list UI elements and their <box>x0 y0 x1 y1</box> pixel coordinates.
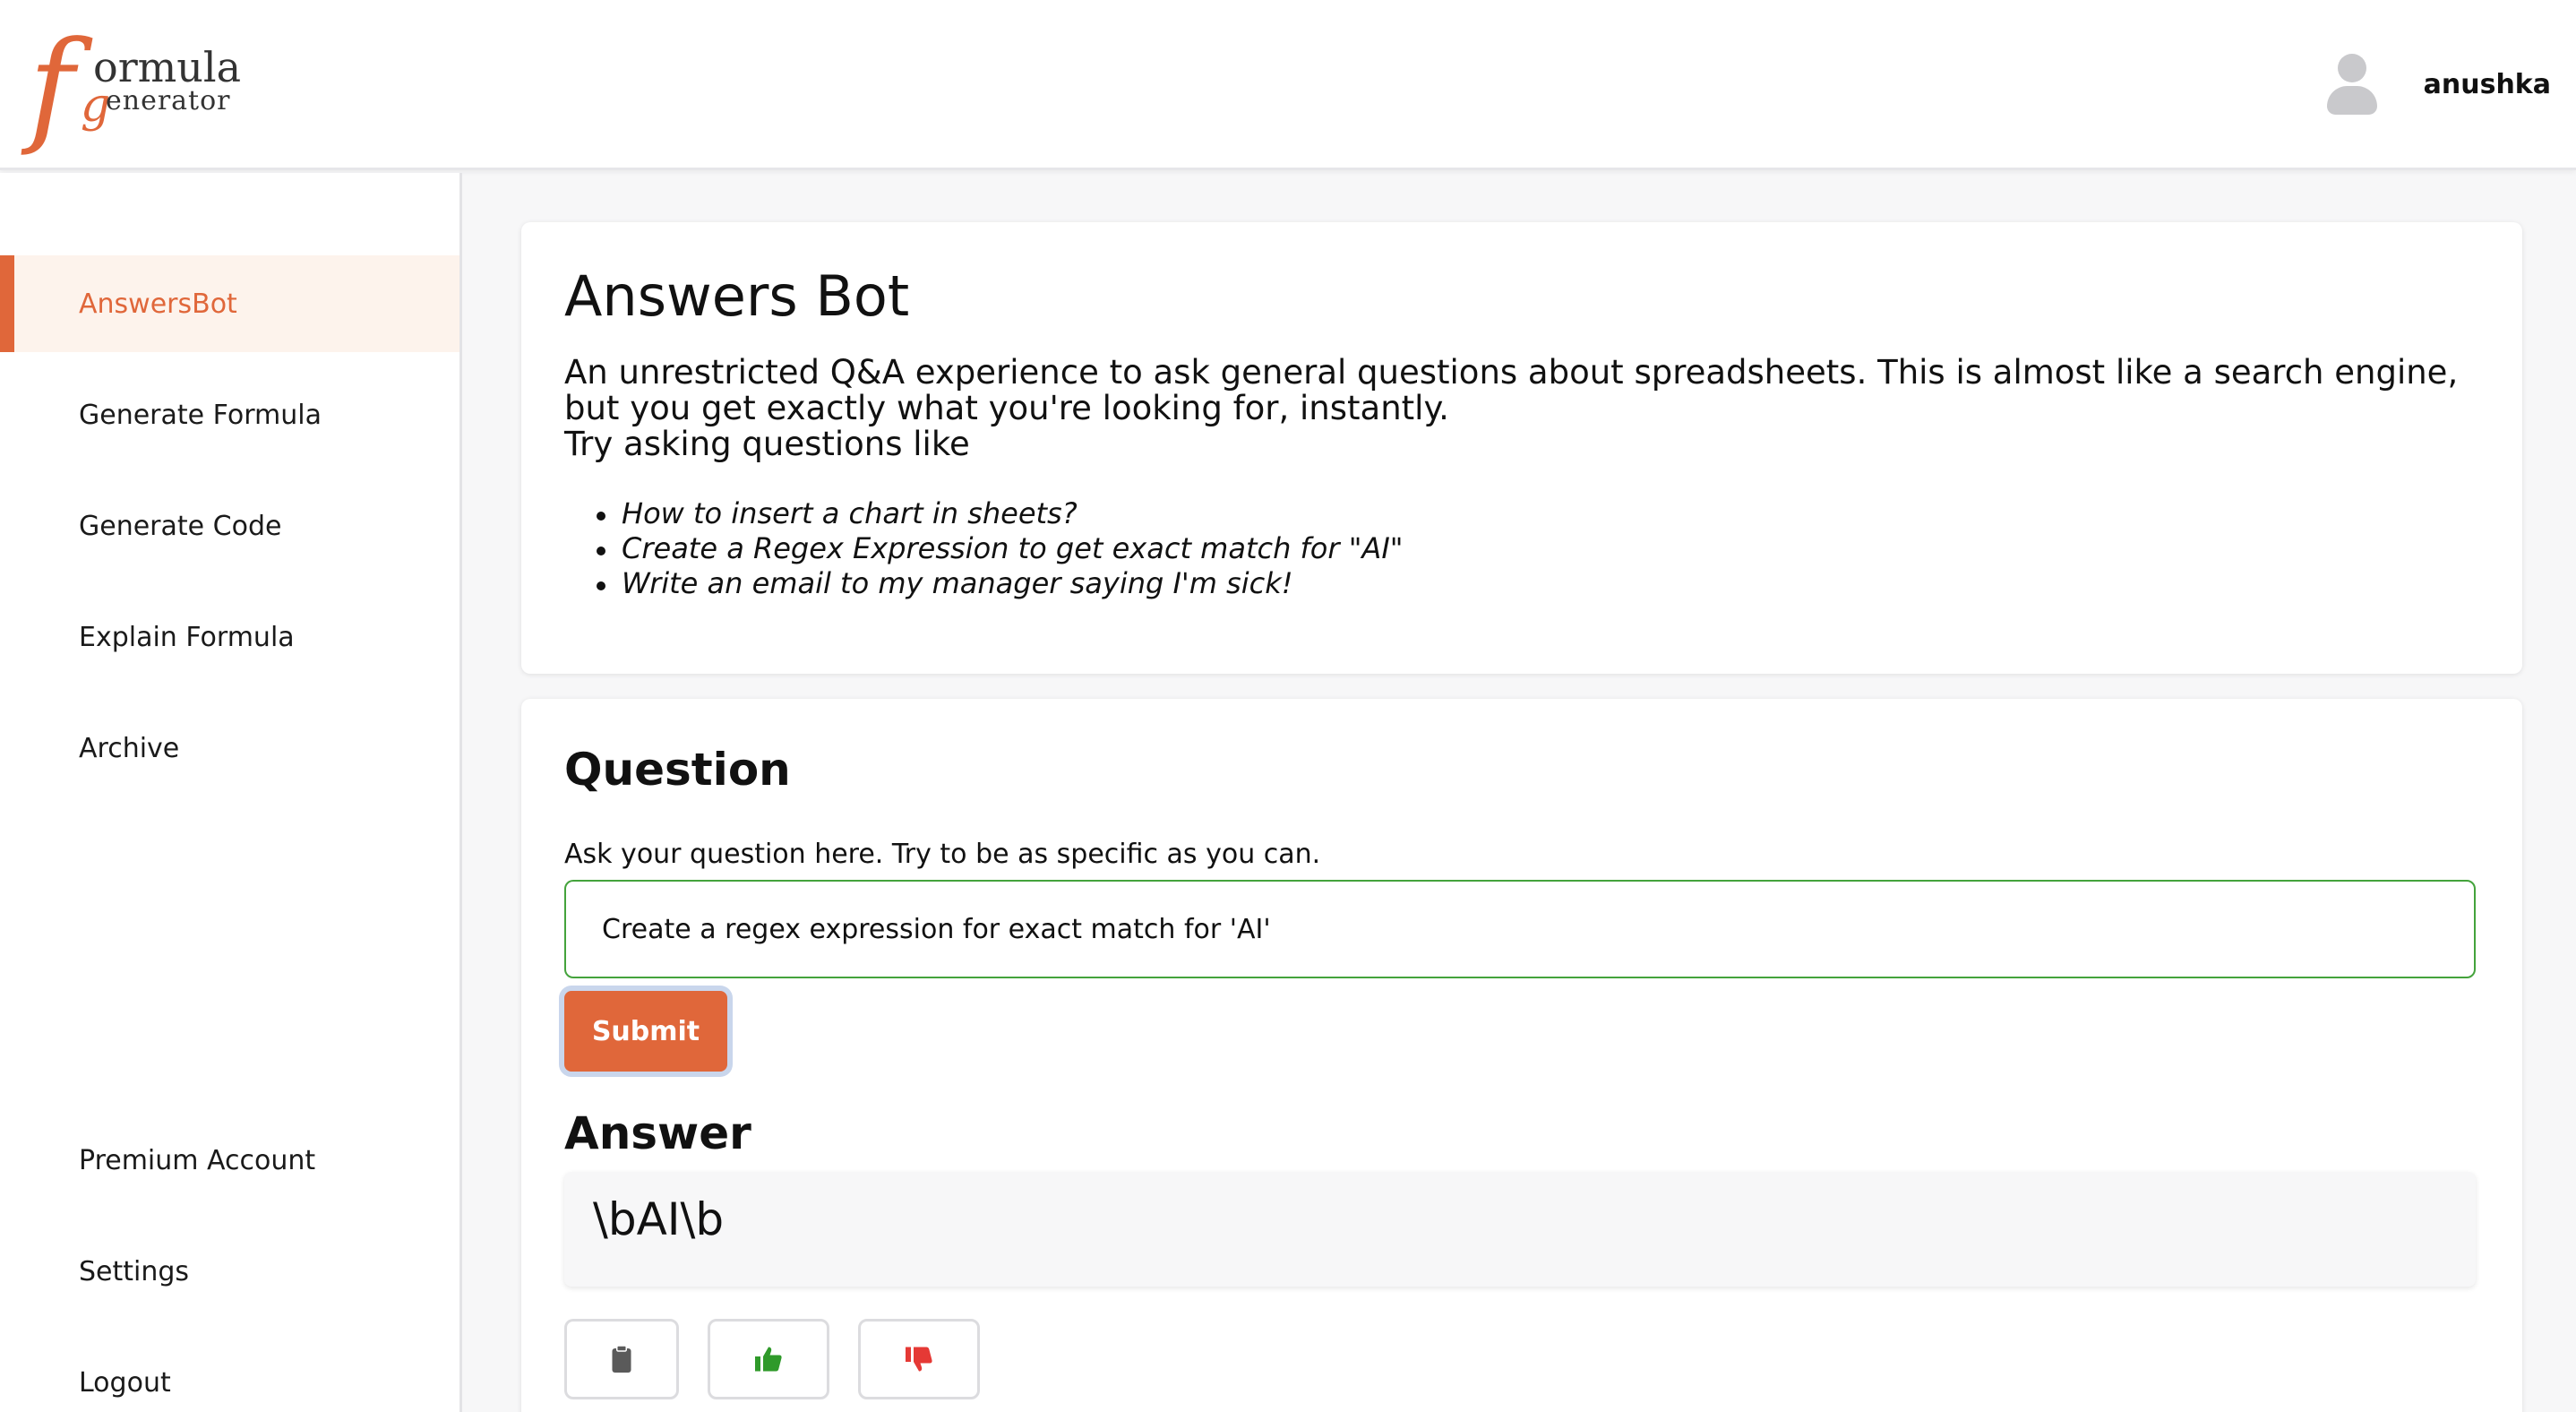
sidebar-item-archive[interactable]: Archive <box>0 700 459 796</box>
example-question: How to insert a chart in sheets? <box>564 496 1403 531</box>
question-card: Question Ask your question here. Try to … <box>521 699 2522 1412</box>
answer-heading: Answer <box>564 1107 751 1159</box>
question-hint: Ask your question here. Try to be as spe… <box>564 839 1321 870</box>
sidebar-item-logout[interactable]: Logout <box>0 1334 459 1412</box>
page-title: Answers Bot <box>564 263 910 329</box>
thumbs-down-icon <box>906 1347 932 1372</box>
copy-answer-button[interactable] <box>564 1319 679 1399</box>
user-avatar-icon[interactable] <box>2325 52 2377 116</box>
sidebar-item-settings[interactable]: Settings <box>0 1223 459 1320</box>
sidebar-item-answersbot[interactable]: AnswersBot <box>0 255 459 352</box>
example-question: Write an email to my manager saying I'm … <box>564 566 1403 601</box>
user-menu[interactable]: anushka <box>2325 50 2551 118</box>
logo-word-ormula: ormula <box>93 43 242 91</box>
example-questions-list: How to insert a chart in sheets? Create … <box>564 496 1403 601</box>
username[interactable]: anushka <box>2424 69 2551 100</box>
submit-button[interactable]: Submit <box>564 991 727 1072</box>
thumbs-down-button[interactable] <box>858 1319 980 1399</box>
thumbs-up-button[interactable] <box>708 1319 829 1399</box>
thumbs-up-icon <box>755 1347 782 1372</box>
sidebar-item-generate-code[interactable]: Generate Code <box>0 478 459 574</box>
answer-box: \bAI\b <box>564 1172 2476 1287</box>
logo-letter-f: f <box>29 14 75 159</box>
intro-try-label: Try asking questions like <box>564 425 970 463</box>
intro-card: Answers Bot An unrestricted Q&A experien… <box>521 222 2522 674</box>
sidebar-item-premium-account[interactable]: Premium Account <box>0 1112 459 1209</box>
top-bar: f ormula g enerator anushka <box>0 0 2576 170</box>
sidebar-item-generate-formula[interactable]: Generate Formula <box>0 366 459 463</box>
question-input[interactable] <box>564 880 2476 978</box>
logo-word-enerator: enerator <box>106 85 231 116</box>
formula-generator-logo[interactable]: f ormula g enerator <box>25 25 258 149</box>
answer-text: \bAI\b <box>593 1193 725 1245</box>
example-question: Create a Regex Expression to get exact m… <box>564 531 1403 566</box>
intro-description: An unrestricted Q&A experience to ask ge… <box>564 353 2459 427</box>
sidebar-item-explain-formula[interactable]: Explain Formula <box>0 589 459 685</box>
clipboard-icon <box>612 1345 631 1373</box>
sidebar: AnswersBot Generate Formula Generate Cod… <box>0 173 462 1412</box>
question-heading: Question <box>564 744 791 796</box>
